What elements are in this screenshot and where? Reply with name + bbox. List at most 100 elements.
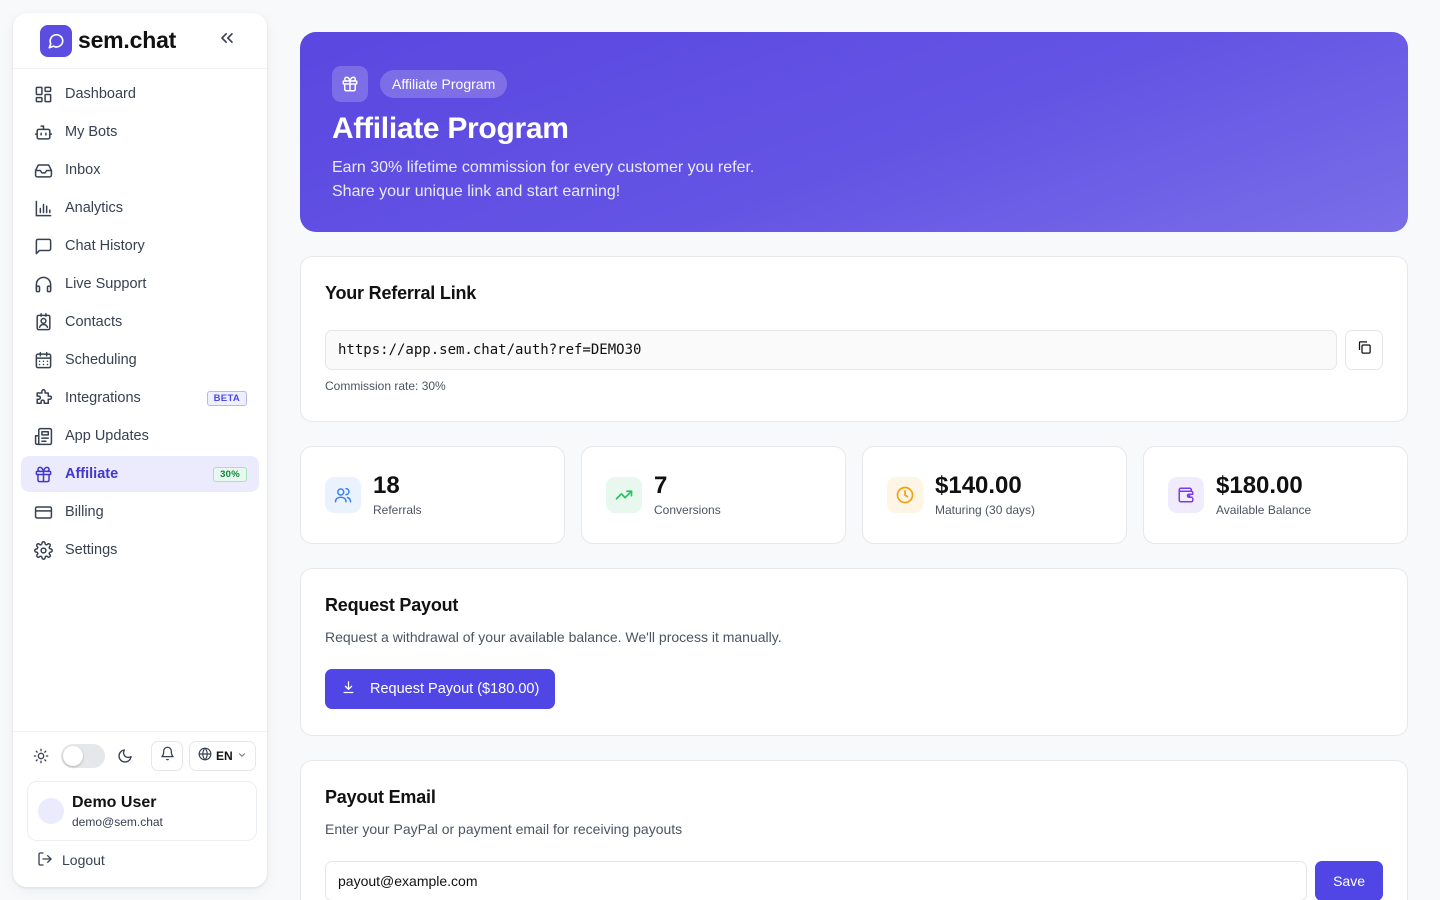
users-icon xyxy=(325,477,361,513)
stat-text: $180.00 Available Balance xyxy=(1216,472,1311,518)
stat-label: Maturing (30 days) xyxy=(935,503,1036,517)
sidebar-footer: EN Demo User demo@sem.chat Logout xyxy=(13,731,267,887)
chevrons-left-icon xyxy=(217,28,237,53)
save-button[interactable]: Save xyxy=(1315,861,1383,900)
hero-pill: Affiliate Program xyxy=(380,70,508,98)
collapse-sidebar-button[interactable] xyxy=(215,29,239,53)
request-payout-label: Request Payout ($180.00) xyxy=(370,681,540,697)
bar-chart-icon xyxy=(33,198,53,218)
payout-title: Request Payout xyxy=(325,595,459,615)
toggle-knob xyxy=(63,745,83,766)
copy-link-button[interactable] xyxy=(1345,330,1383,370)
stat-text: 7 Conversions xyxy=(654,472,721,518)
notifications-button[interactable] xyxy=(151,740,183,771)
sidebar-item-integrations[interactable]: Integrations BETA xyxy=(21,380,259,416)
sidebar-item-label: My Bots xyxy=(65,124,118,140)
payout-email-field[interactable]: payout@example.com xyxy=(325,861,1308,900)
request-payout-card: Request Payout Request a withdrawal of y… xyxy=(300,568,1408,736)
sidebar-item-label: Billing xyxy=(65,504,104,520)
sidebar-item-billing[interactable]: Billing xyxy=(21,494,259,530)
contacts-icon xyxy=(33,312,53,332)
puzzle-icon xyxy=(33,388,53,408)
brand-name[interactable]: sem.chat xyxy=(78,27,176,54)
hero-banner: Affiliate Program Affiliate Program Earn… xyxy=(300,32,1408,232)
user-name: Demo User xyxy=(72,793,157,811)
hero-top: Affiliate Program xyxy=(332,66,1376,102)
sidebar-item-dashboard[interactable]: Dashboard xyxy=(21,76,259,112)
commission-note: Commission rate: 30% xyxy=(325,379,446,393)
user-info: Demo User demo@sem.chat xyxy=(72,794,163,829)
avatar xyxy=(38,798,64,824)
theme-toggle[interactable] xyxy=(61,743,105,768)
payout-description: Request a withdrawal of your available b… xyxy=(325,629,782,645)
moon-icon xyxy=(115,746,135,766)
dashboard-icon xyxy=(33,84,53,104)
sidebar-item-settings[interactable]: Settings xyxy=(21,532,259,568)
sidebar-item-label: App Updates xyxy=(65,428,149,444)
language-select[interactable]: EN xyxy=(189,740,256,771)
request-payout-button[interactable]: Request Payout ($180.00) xyxy=(325,669,556,709)
credit-card-icon xyxy=(33,502,53,522)
sidebar-item-label: Settings xyxy=(65,542,118,558)
stat-value: $180.00 xyxy=(1216,472,1303,499)
hero-subtitle-line1: Earn 30% lifetime commission for every c… xyxy=(332,159,755,176)
stat-value: $140.00 xyxy=(935,472,1022,499)
stat-card-referrals: 18 Referrals xyxy=(300,446,565,544)
sidebar-item-label: Dashboard xyxy=(65,86,136,102)
referral-link-card: Your Referral Link https://app.sem.chat/… xyxy=(300,256,1408,422)
gift-icon xyxy=(332,66,368,102)
sidebar-controls: EN xyxy=(13,731,267,779)
stat-card-conversions: 7 Conversions xyxy=(581,446,846,544)
sidebar-item-live-support[interactable]: Live Support xyxy=(21,266,259,302)
payout-email-title: Payout Email xyxy=(325,787,436,807)
gift-icon xyxy=(33,464,53,484)
referral-title: Your Referral Link xyxy=(325,283,477,303)
payout-email-description: Enter your PayPal or payment email for r… xyxy=(325,821,683,837)
sidebar-item-label: Chat History xyxy=(65,238,145,254)
stat-label: Conversions xyxy=(654,503,721,517)
sidebar-item-chat-history[interactable]: Chat History xyxy=(21,228,259,264)
sidebar: sem.chat Dashboard My Bots Inbox Analyti… xyxy=(13,13,267,887)
bell-icon xyxy=(160,746,175,766)
sidebar-item-scheduling[interactable]: Scheduling xyxy=(21,342,259,378)
logout-button[interactable]: Logout xyxy=(37,845,267,875)
headphones-icon xyxy=(33,274,53,294)
newspaper-icon xyxy=(33,426,53,446)
sidebar-item-label: Live Support xyxy=(65,276,147,292)
stat-value: 7 xyxy=(654,472,668,499)
clock-icon xyxy=(887,477,923,513)
commission-badge: 30% xyxy=(213,467,247,482)
sun-icon xyxy=(31,746,51,766)
hero-subtitle: Earn 30% lifetime commission for every c… xyxy=(332,156,1376,204)
user-card[interactable]: Demo User demo@sem.chat xyxy=(27,781,257,841)
page-title: Affiliate Program xyxy=(332,112,569,145)
beta-badge: BETA xyxy=(206,391,247,406)
stat-card-maturing: $140.00 Maturing (30 days) xyxy=(862,446,1127,544)
trending-up-icon xyxy=(606,477,642,513)
stat-text: $140.00 Maturing (30 days) xyxy=(935,472,1036,518)
copy-icon xyxy=(1357,340,1372,360)
stat-label: Referrals xyxy=(373,503,422,517)
sidebar-item-label: Integrations xyxy=(65,390,141,406)
stats-row: 18 Referrals 7 Conversions $140.00 Matur… xyxy=(300,446,1408,544)
sidebar-item-label: Contacts xyxy=(65,314,123,330)
sidebar-item-inbox[interactable]: Inbox xyxy=(21,152,259,188)
sidebar-item-my-bots[interactable]: My Bots xyxy=(21,114,259,150)
referral-row: https://app.sem.chat/auth?ref=DEMO30 xyxy=(325,330,1383,370)
logout-icon xyxy=(37,851,53,870)
sidebar-item-affiliate[interactable]: Affiliate 30% xyxy=(21,456,259,492)
referral-link-field[interactable]: https://app.sem.chat/auth?ref=DEMO30 xyxy=(325,330,1337,370)
chevron-down-icon xyxy=(237,749,247,763)
brand-header: sem.chat xyxy=(13,13,267,69)
sidebar-item-analytics[interactable]: Analytics xyxy=(21,190,259,226)
hero-subtitle-line2: Share your unique link and start earning… xyxy=(332,183,621,200)
sidebar-item-label: Scheduling xyxy=(65,352,137,368)
gear-icon xyxy=(33,540,53,560)
sidebar-item-label: Analytics xyxy=(65,200,124,216)
globe-icon xyxy=(198,747,212,764)
wallet-icon xyxy=(1168,477,1204,513)
chat-bubble-icon[interactable] xyxy=(40,24,72,57)
sidebar-item-label: Affiliate xyxy=(65,466,119,482)
sidebar-item-contacts[interactable]: Contacts xyxy=(21,304,259,340)
sidebar-item-app-updates[interactable]: App Updates xyxy=(21,418,259,454)
